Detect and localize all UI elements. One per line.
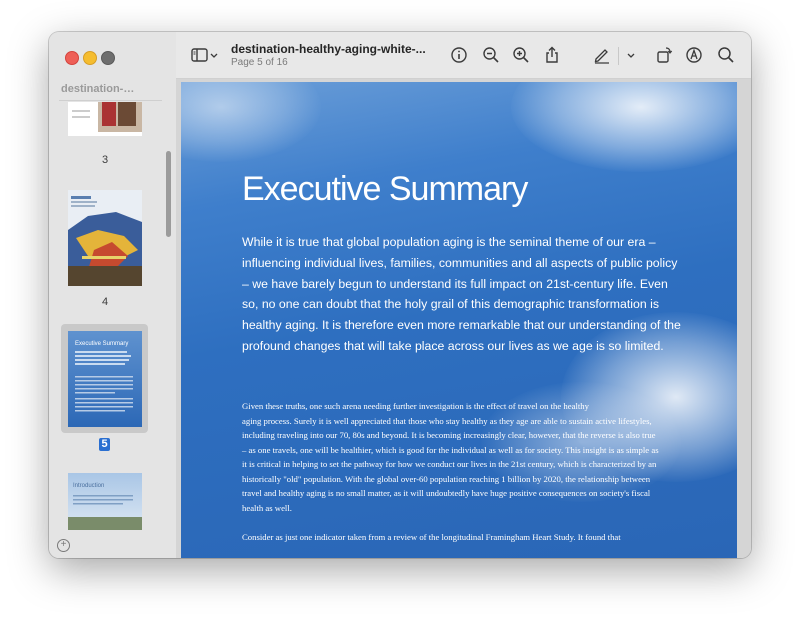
preview-window: destination-… 3 4 Executive Summary 5 In… — [49, 32, 751, 558]
thumbnail-label-4: 4 — [101, 296, 109, 308]
body-line: aging process. Surely it is well appreci… — [242, 415, 652, 426]
document-title: destination-healthy-aging-white-... — [231, 42, 426, 56]
cloud-decoration — [511, 82, 737, 172]
thumbnail-6-caption: Introduction — [73, 483, 104, 489]
page-indicator: Page 5 of 16 — [231, 57, 288, 68]
sidebar-scrollbar[interactable] — [166, 151, 171, 237]
body-line: it is critical in helping to set the pat… — [242, 459, 657, 469]
toolbar-divider — [618, 47, 619, 65]
share-icon[interactable] — [542, 45, 562, 65]
page-thumbnail-3[interactable] — [68, 102, 142, 136]
intro-paragraph: While it is true that global population … — [242, 232, 682, 357]
page-thumbnail-4[interactable] — [68, 190, 142, 286]
zoom-window-button[interactable] — [101, 51, 115, 65]
cloud-decoration — [181, 82, 321, 162]
intro-line: profound changes that will take place ac… — [242, 338, 664, 353]
body-paragraph: Given these truths, one such arena needi… — [242, 399, 682, 544]
chevron-down-icon[interactable] — [625, 45, 637, 65]
markup-pen-icon[interactable] — [592, 45, 612, 65]
thumbnail-3-image — [68, 102, 142, 136]
thumbnail-sidebar: destination-… 3 4 Executive Summary 5 In… — [49, 32, 177, 558]
thumbnail-4-image — [68, 190, 142, 286]
page-thumbnail-6[interactable]: Introduction — [68, 473, 142, 530]
intro-line: so, no one can doubt that the holy grail… — [242, 297, 659, 312]
body-line: health as well. — [242, 502, 292, 513]
thumbnail-label-3: 3 — [101, 154, 109, 166]
zoom-out-icon[interactable] — [481, 45, 501, 65]
zoom-in-icon[interactable] — [511, 45, 531, 65]
sidebar-divider — [59, 100, 162, 101]
page-heading: Executive Summary — [242, 170, 528, 208]
body-line: travel and healthy aging is no small mat… — [242, 488, 651, 498]
annotate-icon[interactable] — [684, 45, 704, 65]
add-page-icon[interactable]: + — [57, 539, 70, 552]
intro-line: While it is true that global population … — [242, 235, 656, 249]
thumbnail-5-caption: Executive Summary — [75, 341, 128, 347]
thumbnail-list: 3 4 Executive Summary 5 Introduction — [49, 102, 176, 530]
sidebar-title: destination-… — [61, 83, 135, 95]
close-window-button[interactable] — [65, 51, 79, 65]
body-line: historically "old" population. With the … — [242, 473, 651, 484]
document-view[interactable]: Executive Summary While it is true that … — [176, 79, 751, 558]
thumbnail-6-image: Introduction — [68, 473, 142, 530]
intro-line: – we have barely begun to understand its… — [242, 276, 668, 291]
info-icon[interactable] — [449, 45, 469, 65]
page-thumbnail-5[interactable]: Executive Summary — [68, 331, 142, 427]
pdf-page: Executive Summary While it is true that … — [181, 82, 737, 558]
body-line: – as one travels, one will be healthier,… — [242, 444, 659, 455]
rotate-icon[interactable] — [654, 45, 674, 65]
search-icon[interactable] — [716, 45, 736, 65]
chevron-down-icon[interactable] — [209, 45, 219, 65]
intro-line: healthy aging. It is therefore even more… — [242, 318, 681, 333]
body-line: Given these truths, one such arena needi… — [242, 401, 589, 411]
minimize-window-button[interactable] — [83, 51, 97, 65]
sidebar-toggle-icon[interactable] — [190, 45, 210, 65]
body-line: Consider as just one indicator taken fro… — [242, 531, 621, 542]
thumbnail-label-5: 5 — [99, 438, 110, 451]
thumbnail-5-image: Executive Summary — [68, 331, 142, 427]
body-line: including traveling into our 70, 80s and… — [242, 430, 656, 440]
intro-line: influencing individual lives, families, … — [242, 255, 678, 270]
toolbar: destination-healthy-aging-white-... Page… — [176, 32, 751, 79]
